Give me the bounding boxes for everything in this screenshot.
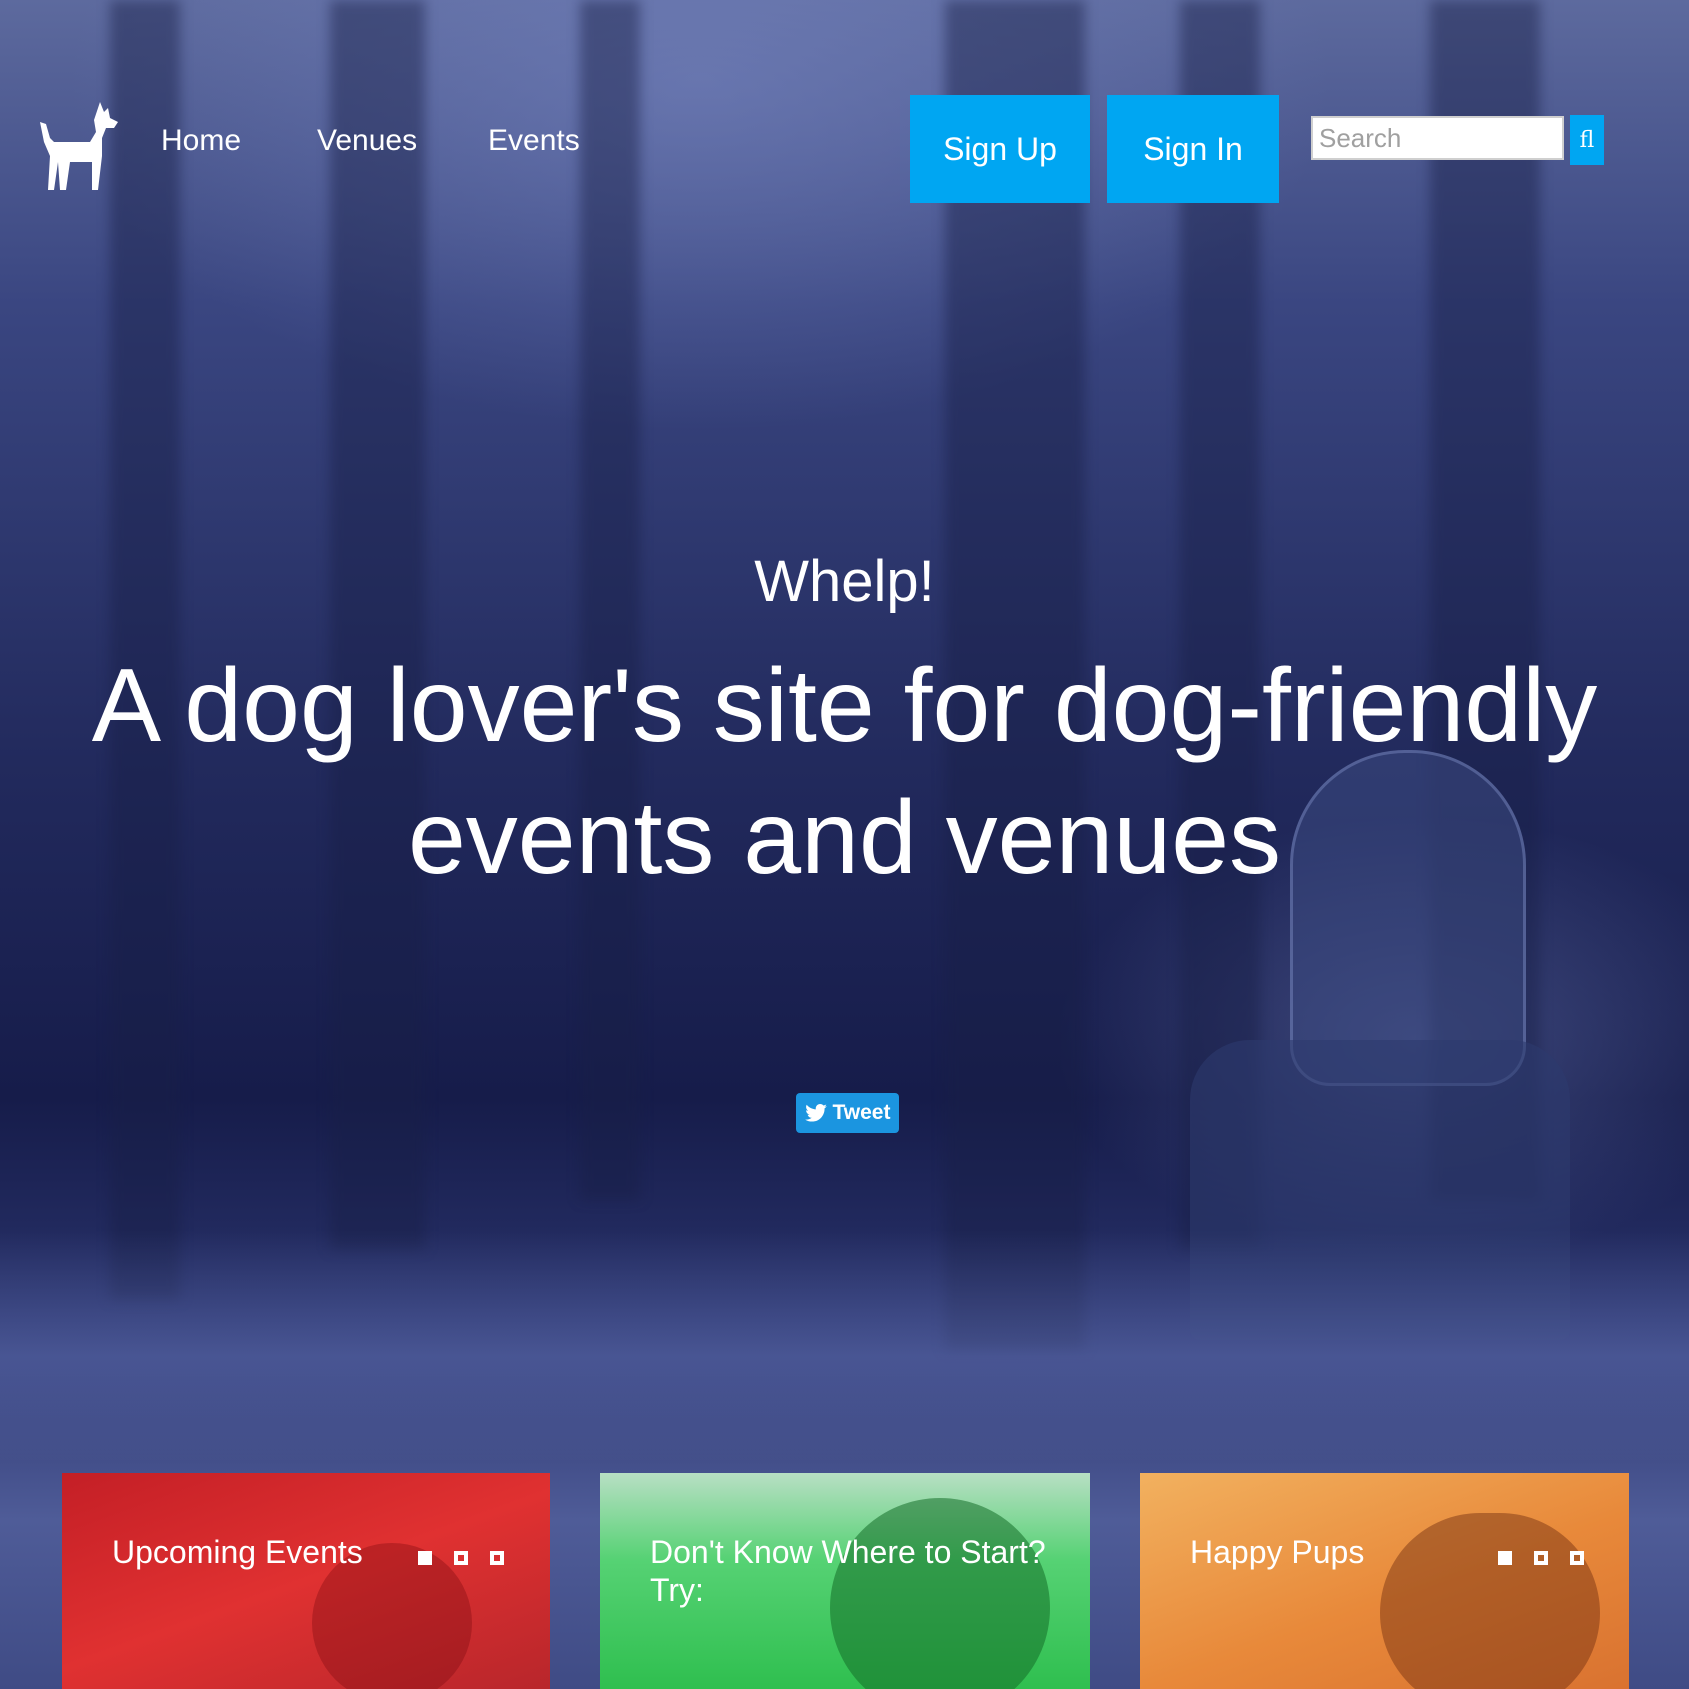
background-tree	[330, 0, 425, 1250]
carousel-dot[interactable]	[490, 1551, 504, 1565]
twitter-bird-icon	[804, 1104, 827, 1122]
ground-fog	[0, 1230, 1689, 1460]
sign-up-button[interactable]: Sign Up	[910, 95, 1090, 203]
tweet-button[interactable]: Tweet	[796, 1093, 899, 1133]
card-photo-shape	[1380, 1513, 1600, 1689]
carousel-dot[interactable]	[1570, 1551, 1584, 1565]
carousel-dots	[418, 1551, 504, 1565]
hero-headline: A dog lover's site for dog-friendly even…	[91, 648, 1598, 896]
card-title: Happy Pups	[1190, 1534, 1365, 1570]
search-input[interactable]	[1311, 116, 1564, 160]
card-happy-pups[interactable]: Happy Pups	[1140, 1473, 1629, 1689]
carousel-dot-active[interactable]	[1498, 1551, 1512, 1565]
card-upcoming-events[interactable]: Upcoming Events	[62, 1473, 550, 1689]
site-brand: Whelp!	[754, 549, 935, 614]
nav-link-home[interactable]: Home	[161, 124, 241, 158]
nav-link-events[interactable]: Events	[488, 124, 580, 158]
sign-in-button[interactable]: Sign In	[1107, 95, 1279, 203]
carousel-dot-active[interactable]	[418, 1551, 432, 1565]
tweet-label: Tweet	[832, 1101, 891, 1124]
dog-icon[interactable]	[36, 98, 120, 193]
nav-link-venues[interactable]: Venues	[317, 124, 417, 158]
carousel-dot[interactable]	[454, 1551, 468, 1565]
search-button[interactable]: fl	[1570, 115, 1604, 165]
carousel-dot[interactable]	[1534, 1551, 1548, 1565]
card-title: Upcoming Events	[112, 1534, 363, 1570]
carousel-dots	[1498, 1551, 1584, 1565]
card-dont-know-where-to-start[interactable]: Don't Know Where to Start? Try:	[600, 1473, 1090, 1689]
card-title: Don't Know Where to Start? Try:	[650, 1534, 1046, 1608]
